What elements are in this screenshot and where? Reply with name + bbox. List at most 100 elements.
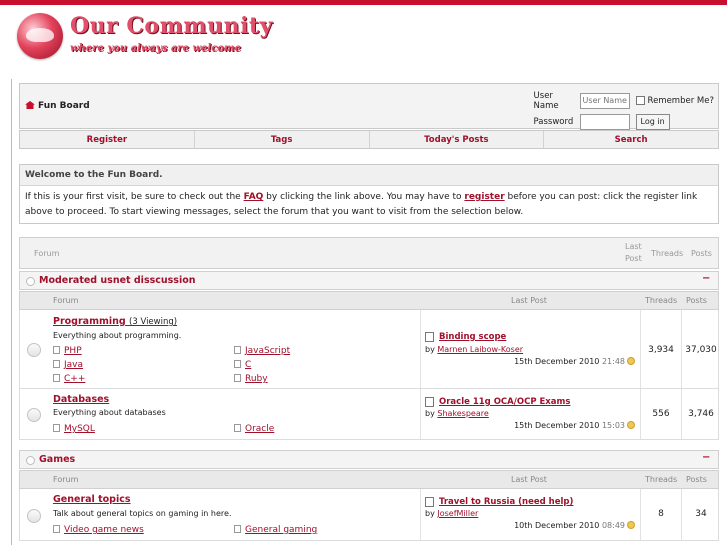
login-form: User Name Remember Me? Password Log in — [534, 90, 714, 132]
forum-table-header: Forum Last Post Threads Posts — [19, 237, 719, 269]
forum-name-text[interactable]: Programming — [53, 316, 126, 327]
subforum-doc-icon — [234, 424, 241, 432]
register-link[interactable]: register — [464, 192, 504, 202]
menu-register[interactable]: Register — [20, 131, 195, 148]
forum-row: General topics Talk about general topics… — [19, 489, 719, 541]
forum-name[interactable]: Databases — [53, 394, 109, 405]
by-label: by — [425, 409, 438, 418]
logo-globe-icon[interactable] — [17, 13, 63, 59]
forum-status-icon — [27, 509, 41, 523]
subforum-link[interactable]: Video game news — [53, 525, 144, 535]
forum-description: Everything about databases — [53, 408, 166, 417]
subforum-link[interactable]: PHP — [53, 346, 82, 356]
subforum-label[interactable]: General gaming — [245, 525, 317, 535]
logo-tagline: where you always are welcome — [70, 43, 241, 54]
site-header: Our Community where you always are welco… — [0, 5, 727, 79]
subforum-link[interactable]: MySQL — [53, 424, 95, 434]
menu-todays-posts[interactable]: Today's Posts — [370, 131, 545, 148]
menu-tags[interactable]: Tags — [195, 131, 370, 148]
divider — [420, 389, 421, 439]
last-post-title[interactable]: Travel to Russia (need help) — [439, 497, 573, 507]
breadcrumb-label[interactable]: Fun Board — [38, 101, 90, 111]
password-input[interactable] — [579, 113, 630, 130]
subforum-link[interactable]: C++ — [53, 374, 85, 384]
home-icon[interactable] — [25, 101, 35, 109]
col-last-post: Last Post — [511, 296, 547, 305]
forum-row: Databases Everything about databases MyS… — [19, 389, 719, 440]
subforum-label[interactable]: C++ — [64, 374, 85, 384]
logo-title[interactable]: Our Community — [70, 13, 273, 39]
subforum-link[interactable]: JavaScript — [234, 346, 290, 356]
navbar: Fun Board User Name Remember Me? Passwor… — [19, 83, 719, 132]
divider — [420, 310, 421, 388]
thread-count: 556 — [652, 409, 670, 419]
col-last-post: Last Post — [511, 475, 547, 484]
forum-name[interactable]: General topics — [53, 494, 131, 505]
time-text: 21:48 — [601, 357, 625, 366]
column-header-row: Forum Last Post Threads Posts — [19, 470, 719, 489]
last-post-author[interactable]: Marnen Laibow-Koser — [437, 345, 523, 354]
subforum-label[interactable]: Ruby — [245, 374, 268, 384]
subforum-link[interactable]: Ruby — [234, 374, 268, 384]
welcome-box: Welcome to the Fun Board. If this is you… — [19, 164, 719, 224]
subforum-label[interactable]: PHP — [64, 346, 82, 356]
subforum-link[interactable]: C — [234, 360, 251, 370]
subforum-doc-icon — [234, 346, 241, 354]
last-post-author[interactable]: Shakespeare — [437, 409, 488, 418]
last-post-title[interactable]: Binding scope — [439, 332, 506, 342]
col-forum: Forum — [53, 475, 79, 484]
forum-description: Talk about general topics on gaming in h… — [53, 509, 232, 518]
last-post-doc-icon — [425, 497, 434, 507]
subforum-label[interactable]: Java — [64, 360, 83, 370]
go-to-last-post-icon[interactable] — [627, 357, 635, 365]
go-to-last-post-icon[interactable] — [627, 521, 635, 529]
post-count: 3,746 — [688, 409, 714, 419]
by-label: by — [425, 509, 438, 518]
login-button[interactable]: Log in — [635, 113, 670, 130]
time-text: 08:49 — [601, 521, 625, 530]
remember-me-label[interactable]: Remember Me? — [648, 96, 714, 106]
last-post-by: by JosefMiller — [425, 509, 478, 518]
welcome-text-part: by clicking the link above. You may have… — [263, 192, 465, 202]
post-count: 34 — [695, 509, 707, 519]
forum-row: Programming (3 Viewing) Everything about… — [19, 310, 719, 389]
forum-name[interactable]: Programming (3 Viewing) — [53, 316, 177, 327]
subforum-label[interactable]: MySQL — [64, 424, 95, 434]
subforum-link[interactable]: General gaming — [234, 525, 317, 535]
subforum-doc-icon — [234, 525, 241, 533]
subforum-label[interactable]: Video game news — [64, 525, 144, 535]
collapse-icon[interactable]: − — [702, 453, 712, 463]
subforum-doc-icon — [53, 525, 60, 533]
section-status-icon — [26, 456, 35, 465]
go-to-last-post-icon[interactable] — [627, 421, 635, 429]
menu-search[interactable]: Search — [544, 131, 718, 148]
subforum-label[interactable]: C — [245, 360, 251, 370]
last-post-title[interactable]: Oracle 11g OCA/OCP Exams — [439, 397, 570, 407]
forum-status-icon — [27, 408, 41, 422]
date-text: 15th December 2010 — [514, 421, 600, 430]
post-count: 37,030 — [685, 345, 717, 355]
remember-me-checkbox[interactable] — [635, 96, 645, 105]
subforum-doc-icon — [234, 374, 241, 382]
collapse-icon[interactable]: − — [702, 274, 712, 284]
header-posts: Posts — [691, 249, 712, 258]
page-border — [11, 79, 12, 545]
subforum-label[interactable]: JavaScript — [245, 346, 290, 356]
date-text: 10th December 2010 — [514, 521, 600, 530]
last-post-author[interactable]: JosefMiller — [437, 509, 478, 518]
welcome-text: If this is your first visit, be sure to … — [20, 186, 718, 224]
subforum-link[interactable]: Oracle — [234, 424, 274, 434]
forum-description: Everything about programming. — [53, 331, 182, 340]
subforum-label[interactable]: Oracle — [245, 424, 274, 434]
faq-link[interactable]: FAQ — [244, 192, 264, 202]
thread-count: 8 — [658, 509, 664, 519]
date-text: 15th December 2010 — [514, 357, 600, 366]
thread-count: 3,934 — [648, 345, 674, 355]
col-posts: Posts — [686, 296, 707, 305]
section-title[interactable]: Moderated usnet disscussion — [39, 275, 196, 286]
breadcrumb[interactable]: Fun Board — [25, 101, 90, 111]
section-title[interactable]: Games — [39, 454, 75, 465]
section-header: Moderated usnet disscussion − — [19, 271, 719, 290]
subforum-link[interactable]: Java — [53, 360, 83, 370]
username-input[interactable] — [579, 92, 630, 109]
